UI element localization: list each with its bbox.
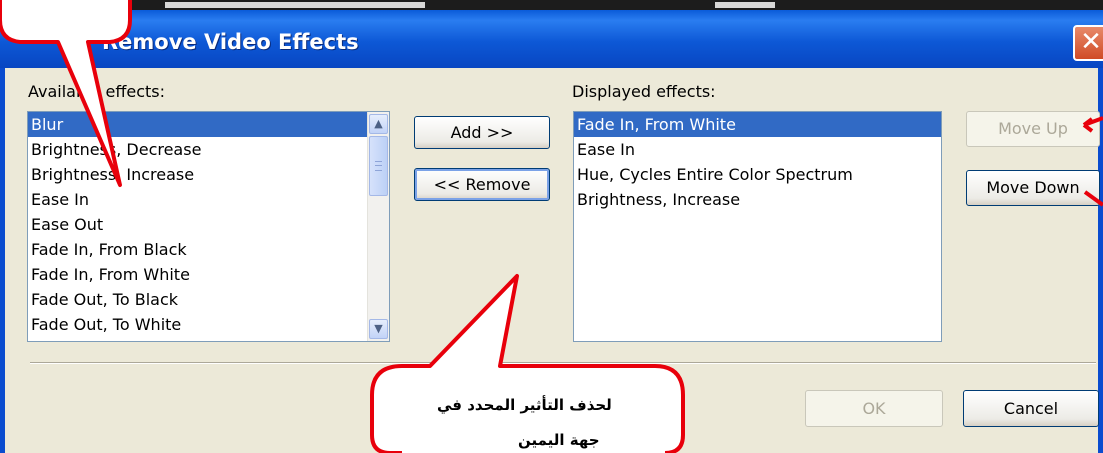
right-arrows bbox=[1082, 116, 1103, 207]
annotation-line-1: لحذف التأثير المحدد في bbox=[437, 396, 612, 414]
top-left-callout-arrow bbox=[0, 0, 132, 187]
bottom-callout-bubble bbox=[370, 274, 685, 453]
annotation-line-2: جهة اليمين bbox=[518, 431, 600, 449]
annotation-overlay bbox=[0, 0, 1103, 453]
